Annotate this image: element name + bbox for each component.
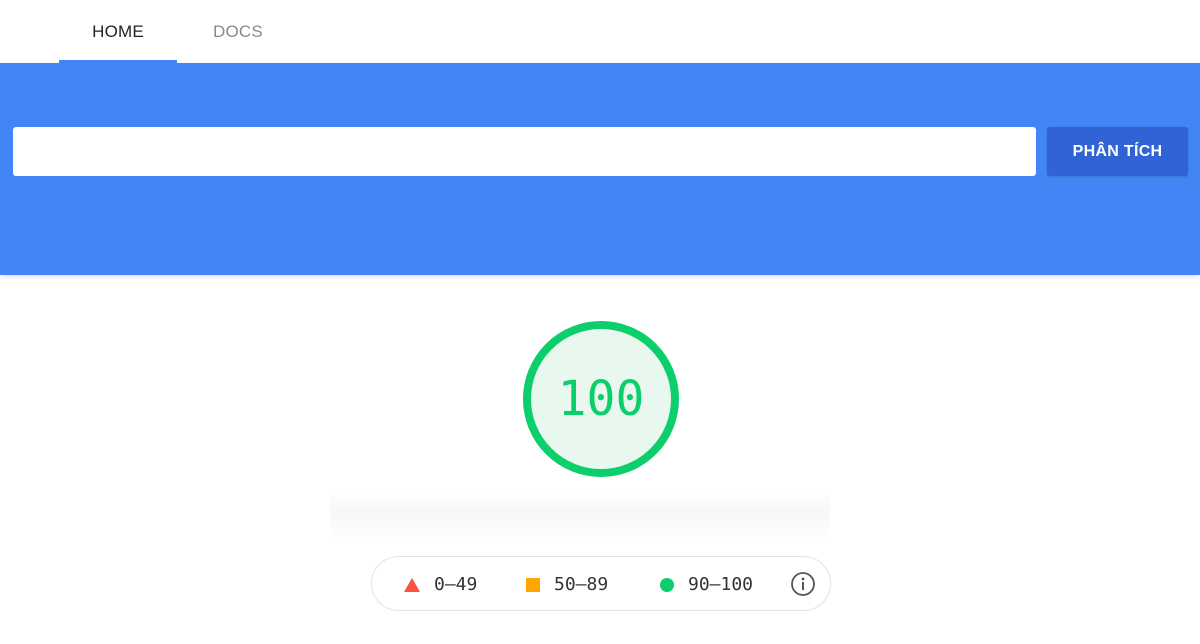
tab-docs-label: DOCS bbox=[213, 21, 263, 41]
legend-item-pass: 90–100 bbox=[660, 557, 753, 612]
legend-label-fail: 0–49 bbox=[434, 574, 478, 595]
legend-label-pass: 90–100 bbox=[688, 574, 754, 595]
tab-home-label: HOME bbox=[92, 21, 144, 41]
url-input[interactable] bbox=[13, 127, 1036, 176]
info-icon[interactable] bbox=[790, 571, 816, 597]
faded-text-band bbox=[330, 488, 830, 540]
legend-item-average: 50–89 bbox=[526, 557, 608, 612]
tab-docs[interactable]: DOCS bbox=[190, 0, 286, 63]
top-nav: HOME DOCS bbox=[0, 0, 1200, 63]
score-legend: 0–49 50–89 90–100 bbox=[371, 556, 831, 611]
tab-home[interactable]: HOME bbox=[59, 0, 177, 63]
legend-item-fail: 0–49 bbox=[404, 557, 477, 612]
search-banner: PHÂN TÍCH bbox=[0, 63, 1200, 275]
analyze-button[interactable]: PHÂN TÍCH bbox=[1047, 127, 1188, 176]
score-value: 100 bbox=[557, 371, 645, 427]
triangle-icon bbox=[404, 577, 420, 592]
circle-icon bbox=[660, 577, 674, 592]
performance-score-gauge: 100 bbox=[520, 318, 682, 480]
legend-label-average: 50–89 bbox=[554, 574, 609, 595]
square-icon bbox=[526, 577, 540, 592]
